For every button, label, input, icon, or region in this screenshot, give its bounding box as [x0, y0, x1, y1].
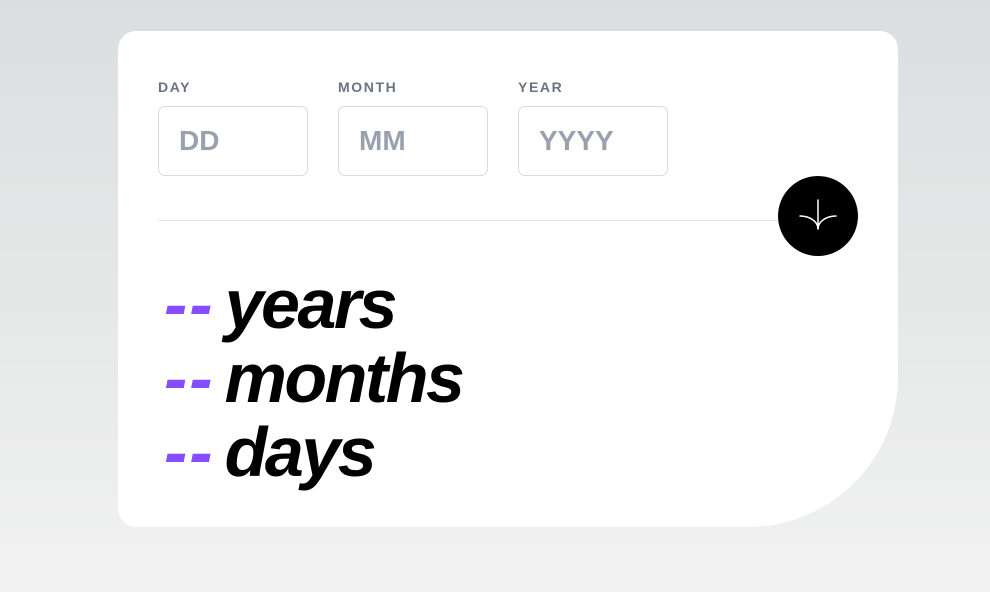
divider	[158, 220, 858, 221]
day-field-group: DAY	[158, 78, 308, 176]
days-unit: days	[224, 413, 377, 491]
year-input[interactable]	[518, 106, 668, 176]
result-years: -- years	[164, 267, 462, 341]
month-field-group: MONTH	[338, 78, 488, 176]
results: -- years -- months -- days	[164, 267, 465, 489]
month-label: MONTH	[338, 79, 398, 95]
months-unit: months	[224, 339, 465, 417]
year-field-group: YEAR	[518, 78, 668, 176]
arrow-down-icon	[799, 199, 837, 230]
date-input-fields: DAY MONTH YEAR	[158, 78, 668, 176]
years-unit: years	[224, 265, 398, 343]
age-calculator-card: DAY MONTH YEAR --years --months --days	[118, 31, 898, 527]
years-value: --	[164, 265, 215, 343]
months-value: --	[164, 339, 215, 417]
month-input[interactable]	[338, 106, 488, 176]
result-months: -- months	[164, 339, 465, 417]
submit-button[interactable]	[778, 176, 858, 256]
year-label: YEAR	[518, 79, 564, 95]
result-days: -- days	[164, 415, 462, 489]
day-input[interactable]	[158, 106, 308, 176]
days-value: --	[164, 413, 215, 491]
day-label: DAY	[158, 79, 192, 95]
